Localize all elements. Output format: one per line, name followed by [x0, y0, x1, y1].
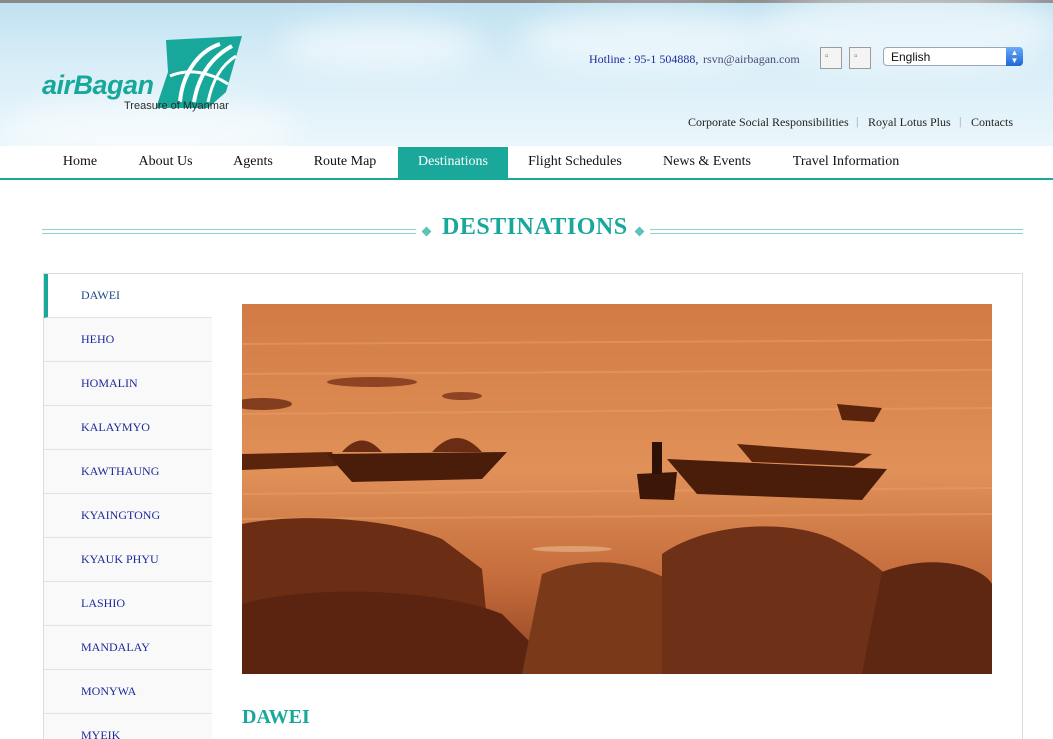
- main-nav: Home About Us Agents Route Map Destinati…: [0, 146, 1053, 180]
- sidebar-item-lashio[interactable]: LASHIO: [44, 582, 212, 626]
- hotline-text: Hotline : 95-1 504888,: [589, 52, 699, 66]
- logo-wordmark: airBagan: [42, 70, 154, 100]
- broken-image-icon[interactable]: ▫: [849, 47, 871, 69]
- language-select-value: English: [891, 50, 931, 64]
- page-title-bar: DESTINATIONS: [42, 210, 1023, 250]
- sidebar-item-kyauk-phyu[interactable]: KYAUK PHYU: [44, 538, 212, 582]
- nav-route-map[interactable]: Route Map: [304, 147, 386, 178]
- util-separator: |: [856, 114, 859, 128]
- sidebar-item-kyaingtong[interactable]: KYAINGTONG: [44, 494, 212, 538]
- page-title: DESTINATIONS: [442, 214, 628, 240]
- sidebar-item-monywa[interactable]: MONYWA: [44, 670, 212, 714]
- destination-city-name: DAWEI: [242, 706, 310, 728]
- select-arrows-icon: ▲ ▼: [1006, 47, 1023, 66]
- destination-sidebar: DAWEI HEHO HOMALIN KALAYMYO KAWTHAUNG KY…: [44, 274, 212, 739]
- diamond-icon: [421, 226, 432, 237]
- util-link-contacts[interactable]: Contacts: [971, 115, 1013, 130]
- destination-hero-image: [242, 304, 992, 674]
- sidebar-item-myeik[interactable]: MYEIK: [44, 714, 212, 739]
- util-link-royal-lotus[interactable]: Royal Lotus Plus: [868, 115, 951, 130]
- cloud-decoration: [280, 20, 480, 70]
- sidebar-item-kalaymyo[interactable]: KALAYMYO: [44, 406, 212, 450]
- site-header: airBagan Treasure of Myanmar Hotline : 9…: [0, 0, 1053, 146]
- language-select[interactable]: English ▲ ▼: [883, 47, 1023, 66]
- logo-emblem-icon: [156, 36, 242, 108]
- nav-flight-schedules[interactable]: Flight Schedules: [520, 147, 630, 178]
- nav-destinations[interactable]: Destinations: [398, 147, 508, 178]
- nav-home[interactable]: Home: [50, 147, 110, 178]
- sidebar-item-dawei[interactable]: DAWEI: [44, 274, 212, 318]
- nav-travel-information[interactable]: Travel Information: [782, 147, 910, 178]
- sidebar-item-homalin[interactable]: HOMALIN: [44, 362, 212, 406]
- nav-news-events[interactable]: News & Events: [652, 147, 762, 178]
- title-rule-left: [42, 229, 416, 234]
- title-rule-right: [650, 229, 1023, 234]
- airbagan-logo[interactable]: airBagan Treasure of Myanmar: [42, 32, 252, 116]
- broken-image-icon[interactable]: ▫: [820, 47, 842, 69]
- util-link-csr[interactable]: Corporate Social Responsibilities: [688, 115, 849, 130]
- content-panel: DAWEI HEHO HOMALIN KALAYMYO KAWTHAUNG KY…: [43, 273, 1023, 739]
- diamond-icon: [634, 226, 645, 237]
- sidebar-item-kawthaung[interactable]: KAWTHAUNG: [44, 450, 212, 494]
- email-link[interactable]: rsvn@airbagan.com: [703, 52, 800, 67]
- fishing-boats-photo: [242, 304, 992, 674]
- util-separator: |: [959, 114, 962, 128]
- nav-about-us[interactable]: About Us: [128, 147, 203, 178]
- logo-tagline: Treasure of Myanmar: [124, 100, 229, 112]
- nav-agents[interactable]: Agents: [222, 147, 284, 178]
- sidebar-item-heho[interactable]: HEHO: [44, 318, 212, 362]
- sidebar-item-mandalay[interactable]: MANDALAY: [44, 626, 212, 670]
